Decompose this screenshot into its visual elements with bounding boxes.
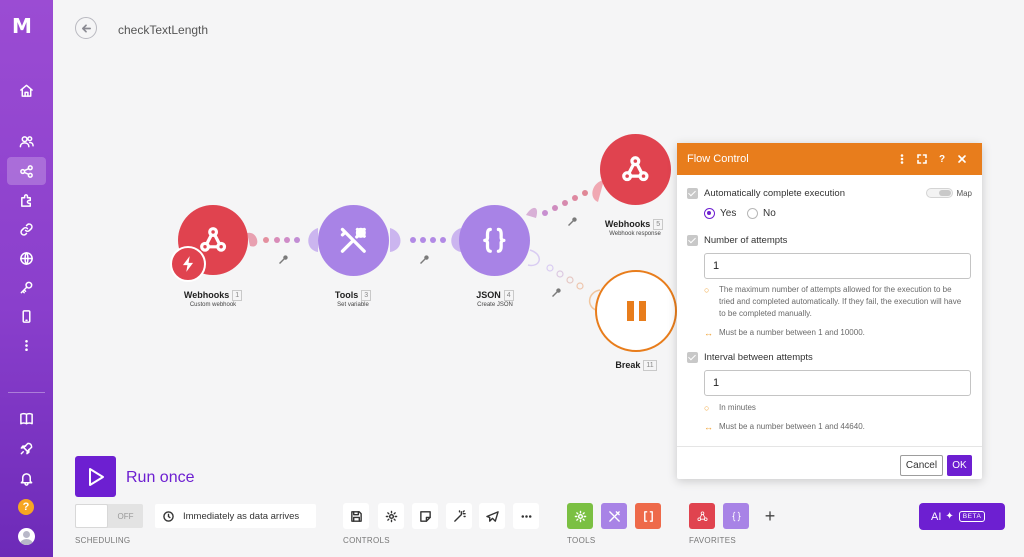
favorite-webhooks-button[interactable] <box>689 503 715 529</box>
radio-selected-icon[interactable] <box>704 208 715 219</box>
schedule-mode-button[interactable]: Immediately as data arrives <box>155 504 316 528</box>
lightbulb-icon: ○ <box>704 403 710 413</box>
close-icon[interactable] <box>952 149 972 169</box>
wrench-icon[interactable] <box>419 251 429 264</box>
auto-complete-field-label: Automatically complete execution <box>687 188 845 199</box>
tools-label: Tools 3 <box>298 290 408 302</box>
magic-wand-icon <box>453 509 466 522</box>
ok-button[interactable]: OK <box>947 455 972 476</box>
json-braces-icon <box>731 511 741 521</box>
json-braces-icon <box>483 227 506 254</box>
tools-icon <box>608 510 620 522</box>
tools-sub: Set variable <box>337 302 369 308</box>
radio-no[interactable]: No <box>747 208 776 219</box>
interval-input[interactable]: 1 <box>704 370 971 396</box>
webhooks-trigger-sub: Custom webhook <box>189 302 237 308</box>
explain-flow-button[interactable] <box>479 503 505 529</box>
tools-module[interactable] <box>318 205 389 276</box>
more-vertical-icon[interactable] <box>892 149 912 169</box>
panel-footer: Cancel OK <box>677 446 982 479</box>
tools-button[interactable] <box>601 503 627 529</box>
text-parser-button[interactable] <box>635 503 661 529</box>
radio-yes[interactable]: Yes <box>704 208 736 219</box>
clock-icon <box>163 510 174 522</box>
wrench-icon[interactable] <box>278 251 288 264</box>
map-toggle-switch[interactable] <box>926 188 954 198</box>
run-once-button[interactable] <box>75 456 116 497</box>
instant-trigger-icon <box>170 246 206 282</box>
notes-button[interactable] <box>412 503 438 529</box>
save-button[interactable] <box>343 503 369 529</box>
airplane-icon <box>485 510 499 522</box>
panel-header: Flow Control ? <box>677 143 982 175</box>
gear-icon <box>574 510 586 522</box>
wrench-icon[interactable] <box>567 213 577 226</box>
checkbox-icon[interactable] <box>687 188 698 199</box>
lightbulb-icon: ○ <box>704 285 710 295</box>
tools-icon <box>340 227 367 254</box>
controls-section-label: CONTROLS <box>343 536 390 545</box>
auto-align-button[interactable] <box>446 503 472 529</box>
interval-range-hint: ↔ Must be a number between 1 and 44640. <box>704 422 865 432</box>
pause-icon <box>605 280 667 342</box>
webhook-icon <box>622 156 649 182</box>
range-arrows-icon: ↔ <box>704 328 713 338</box>
expand-icon[interactable] <box>912 149 932 169</box>
favorite-json-button[interactable] <box>723 503 749 529</box>
attempts-range-hint: ↔ Must be a number between 1 and 10000. <box>704 328 865 338</box>
settings-button[interactable] <box>378 503 404 529</box>
flow-tools-button[interactable] <box>567 503 593 529</box>
ai-button[interactable]: AI ✦ BETA <box>919 503 1005 530</box>
webhook-response-module[interactable] <box>600 134 671 205</box>
favorites-section-label: FAVORITES <box>689 536 737 545</box>
toggle-knob[interactable] <box>75 504 108 528</box>
json-sub: Create JSON <box>477 302 513 308</box>
attempts-hint: ○ The maximum number of attempts allowed… <box>704 285 962 318</box>
add-favorite-button[interactable]: + <box>759 505 781 527</box>
scheduling-toggle[interactable]: OFF <box>75 504 143 528</box>
cancel-button[interactable]: Cancel <box>900 455 943 476</box>
checkbox-icon[interactable] <box>687 352 698 363</box>
interval-hint: ○ In minutes <box>704 403 756 413</box>
break-module[interactable] <box>595 270 677 352</box>
map-toggle[interactable]: Map <box>926 188 972 198</box>
note-icon <box>419 510 431 522</box>
interval-field-label: Interval between attempts <box>687 352 813 363</box>
webhook-response-sub: Webhook response <box>609 231 661 237</box>
more-horizontal-icon <box>521 514 531 518</box>
webhook-icon <box>696 510 708 521</box>
brackets-icon <box>643 510 653 522</box>
checkbox-icon[interactable] <box>687 235 698 246</box>
play-icon <box>88 467 104 486</box>
save-icon <box>350 510 362 522</box>
json-label: JSON 4 <box>440 290 550 302</box>
run-once-label[interactable]: Run once <box>126 469 195 487</box>
panel-title: Flow Control <box>687 153 749 165</box>
more-controls-button[interactable] <box>513 503 539 529</box>
help-icon[interactable]: ? <box>932 149 952 169</box>
webhook-icon <box>199 226 227 252</box>
json-module[interactable] <box>459 205 530 276</box>
beta-badge: BETA <box>958 511 986 522</box>
sparkle-icon: ✦ <box>945 511 954 522</box>
gear-icon <box>385 510 397 522</box>
break-label: Break 11 <box>587 360 685 372</box>
scheduling-section-label: SCHEDULING <box>75 536 131 545</box>
attempts-input[interactable]: 1 <box>704 253 971 279</box>
toggle-off-label: OFF <box>117 511 134 521</box>
flow-control-panel: Flow Control ? Automatically complete ex… <box>677 143 982 479</box>
attempts-field-label: Number of attempts <box>687 235 787 246</box>
webhooks-trigger-label: Webhooks 1 <box>158 290 268 302</box>
tools-section-label: TOOLS <box>567 536 596 545</box>
range-arrows-icon: ↔ <box>704 422 713 432</box>
radio-unselected-icon[interactable] <box>747 208 758 219</box>
webhook-response-label: Webhooks 5 <box>585 219 683 231</box>
wrench-icon[interactable] <box>551 284 561 297</box>
